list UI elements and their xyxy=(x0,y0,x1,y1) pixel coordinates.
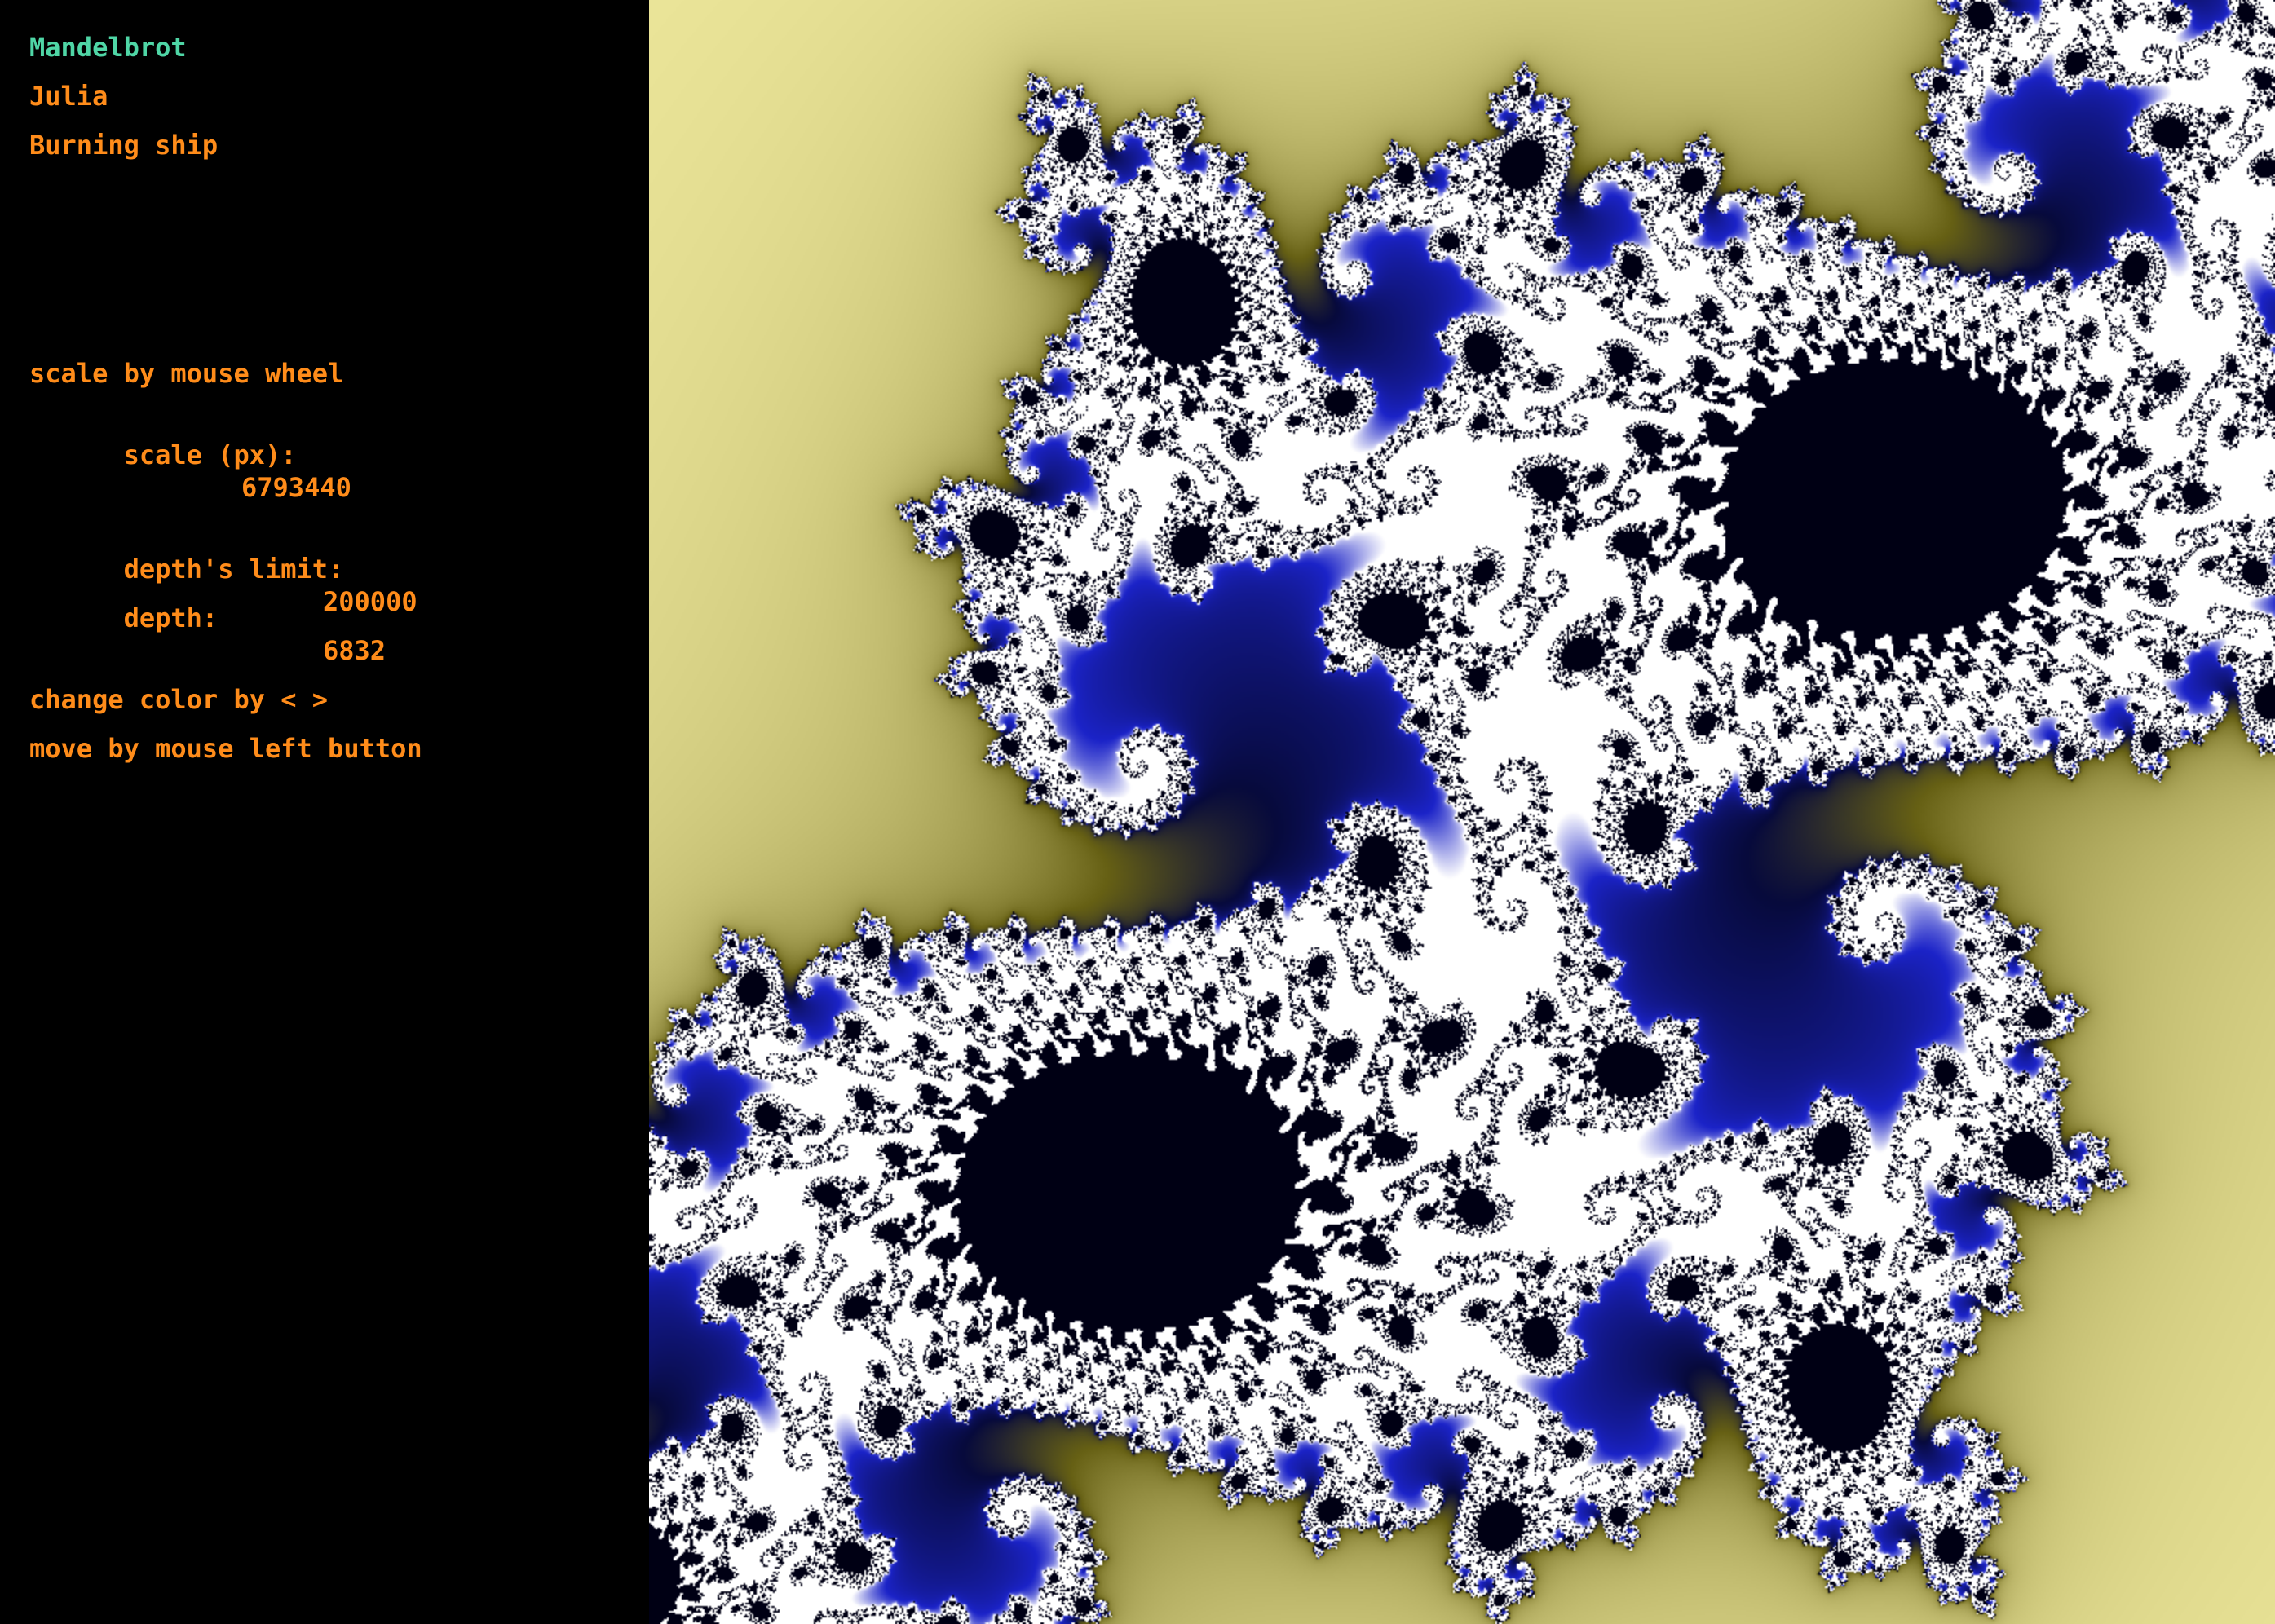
fractal-viewport[interactable] xyxy=(649,0,2275,1624)
depth-value: 6832 xyxy=(323,635,387,666)
fractal-canvas[interactable] xyxy=(649,0,2275,1624)
scale-value: 6793440 xyxy=(241,472,351,503)
scale-hint: scale by mouse wheel xyxy=(29,358,344,389)
move-hint: move by mouse left button xyxy=(29,733,422,764)
menu-item-julia[interactable]: Julia xyxy=(29,80,108,113)
depth-limit-row: depth's limit: 200000 xyxy=(29,520,417,617)
menu-item-burning-ship[interactable]: Burning ship xyxy=(29,129,218,161)
app-window: Mandelbrot Julia Burning ship scale by m… xyxy=(0,0,2275,1624)
depth-label: depth: xyxy=(123,602,219,633)
depth-limit-value: 200000 xyxy=(323,586,417,617)
menu-item-mandelbrot[interactable]: Mandelbrot xyxy=(29,31,187,64)
scale-row: scale (px): 6793440 xyxy=(29,406,351,503)
sidebar-panel: Mandelbrot Julia Burning ship scale by m… xyxy=(0,0,649,1624)
depth-row: depth: 6832 xyxy=(29,569,386,666)
color-hint: change color by < > xyxy=(29,684,329,715)
scale-label: scale (px): xyxy=(123,439,297,470)
